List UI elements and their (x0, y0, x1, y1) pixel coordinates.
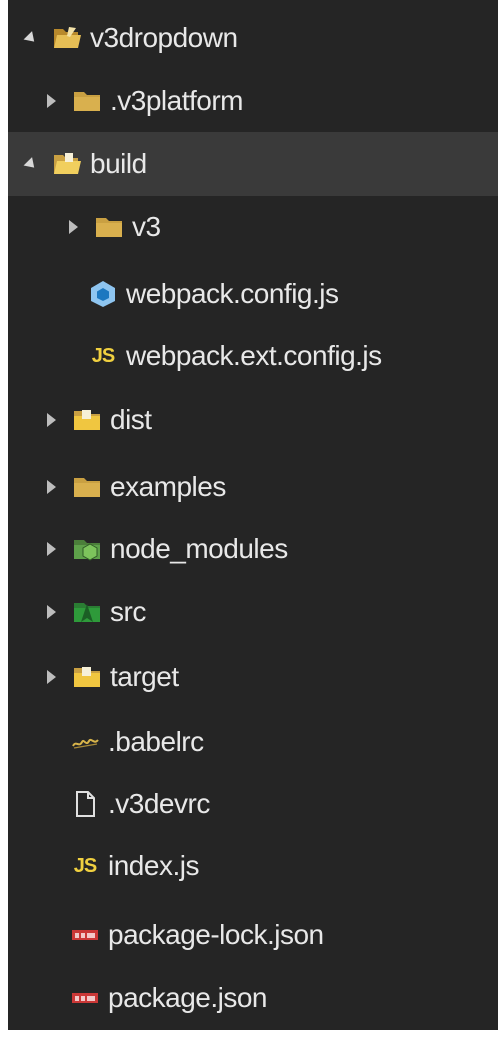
js-icon: JS (73, 854, 97, 877)
npm-icon (70, 984, 100, 1012)
tree-item-package-lock-json[interactable]: package-lock.json (8, 903, 498, 967)
tree-item-label: index.js (108, 850, 199, 881)
tree-item-v3devrc[interactable]: .v3devrc (8, 772, 498, 836)
expand-arrow-icon[interactable] (40, 388, 62, 452)
folder-open-icon (52, 150, 82, 178)
tree-item-babelrc[interactable]: .babelrc (8, 710, 498, 774)
folder-icon (94, 213, 124, 241)
expand-arrow-icon[interactable] (40, 69, 62, 133)
tree-item-label: webpack.ext.config.js (126, 340, 382, 371)
collapse-arrow-icon[interactable] (20, 6, 42, 70)
file-explorer-panel: v3dropdown .v3platform build v3 webpack.… (8, 0, 498, 1030)
expand-arrow-icon[interactable] (40, 580, 62, 644)
expand-arrow-icon[interactable] (62, 195, 84, 259)
expand-arrow-icon[interactable] (40, 517, 62, 581)
webpack-icon (88, 280, 118, 308)
tree-item-label: .v3devrc (108, 788, 210, 819)
tree-item-label: package.json (108, 982, 268, 1013)
tree-item-label: target (110, 661, 179, 692)
tree-item-label: package-lock.json (108, 919, 324, 950)
tree-item-dist[interactable]: dist (8, 388, 498, 452)
folder-src-icon (72, 598, 102, 626)
tree-item-label: .babelrc (108, 726, 204, 757)
tree-item-build[interactable]: build (8, 132, 498, 196)
tree-root[interactable]: v3dropdown (8, 6, 498, 70)
collapse-arrow-icon[interactable] (20, 132, 42, 196)
expand-arrow-icon[interactable] (40, 455, 62, 519)
tree-item-v3platform[interactable]: .v3platform (8, 69, 498, 133)
folder-icon (72, 87, 102, 115)
file-icon (70, 790, 100, 818)
tree-item-webpack-ext-config[interactable]: JS webpack.ext.config.js (8, 324, 498, 388)
npm-icon (70, 921, 100, 949)
tree-item-v3[interactable]: v3 (8, 195, 498, 259)
tree-item-examples[interactable]: examples (8, 455, 498, 519)
tree-item-label: build (90, 148, 147, 179)
tree-item-src[interactable]: src (8, 580, 498, 644)
tree-item-label: v3 (132, 211, 161, 242)
folder-icon (72, 473, 102, 501)
tree-item-label: node_modules (110, 533, 288, 564)
folder-dist-icon (72, 663, 102, 691)
tree-item-label: webpack.config.js (126, 278, 339, 309)
tree-root-label: v3dropdown (90, 22, 238, 53)
tree-item-label: src (110, 596, 146, 627)
folder-node-icon (72, 535, 102, 563)
expand-arrow-icon[interactable] (40, 645, 62, 709)
tree-item-target[interactable]: target (8, 645, 498, 709)
folder-dist-icon (72, 406, 102, 434)
tree-item-index-js[interactable]: JS index.js (8, 834, 498, 898)
tree-item-webpack-config[interactable]: webpack.config.js (8, 262, 498, 326)
tree-item-package-json[interactable]: package.json (8, 966, 498, 1030)
tree-item-label: dist (110, 404, 152, 435)
tree-item-node-modules[interactable]: node_modules (8, 517, 498, 581)
js-icon: JS (91, 344, 115, 367)
tree-item-label: .v3platform (110, 85, 244, 116)
tree-item-label: examples (110, 471, 226, 502)
folder-open-icon (52, 24, 82, 52)
babel-icon (70, 728, 100, 756)
